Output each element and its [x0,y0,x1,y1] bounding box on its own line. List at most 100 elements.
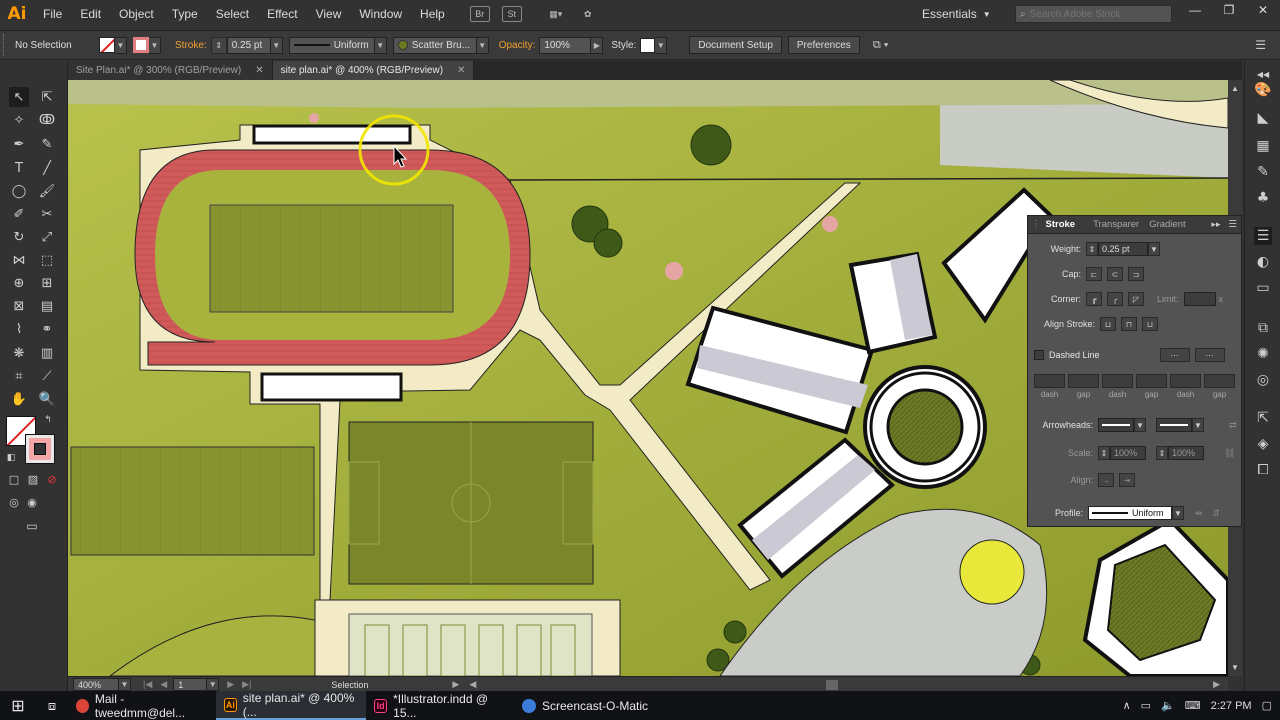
menu-edit[interactable]: Edit [71,0,110,28]
tab-site-plan-400[interactable]: site plan.ai* @ 400% (RGB/Preview) ✕ [272,61,475,80]
close-tab-icon[interactable]: ✕ [255,65,263,76]
bridge-icon[interactable]: Br [469,6,490,22]
dash-field-1[interactable] [1034,374,1065,388]
blend-tool-icon[interactable]: ⚭ [37,319,57,339]
scale-start-stepper[interactable]: ⇕ [1098,446,1110,460]
transparency-panel-icon[interactable]: ◐ [1254,253,1272,271]
volume-icon[interactable]: 🔈 [1161,699,1175,712]
bevel-join-icon[interactable]: ◸ [1128,292,1144,306]
color-guide-icon[interactable]: ◣ [1254,109,1272,127]
weight-dropdown[interactable]: ▼ [1148,242,1160,256]
align-outside-icon[interactable]: ⊔ [1142,317,1158,331]
type-tool-icon[interactable]: T [9,158,29,178]
prev-artboard-icon[interactable]: ◀ [160,679,167,690]
menu-object[interactable]: Object [110,0,163,28]
align-dashes-icon[interactable]: ⋯ [1194,348,1225,362]
stroke-swatch[interactable] [133,37,149,53]
draw-normal-icon[interactable]: ◎ [6,494,22,510]
fill-dropdown[interactable]: ▼ [115,36,127,54]
zoom-tool-icon[interactable]: 🔍 [37,389,57,409]
stroke-weight-stepper[interactable]: ⇕ [210,36,227,54]
stock-search-input[interactable] [1029,8,1160,20]
taskbar-item-chrome[interactable]: Mail - tweedmm@del... [68,691,216,720]
symbols-panel-icon[interactable]: ♣ [1254,189,1272,207]
shape-builder-tool-icon[interactable]: ⊕ [9,273,29,293]
last-artboard-icon[interactable]: ▶| [242,679,251,690]
arrow-extend-icon[interactable]: → [1098,473,1114,487]
current-tool-status[interactable]: Selection [331,680,368,690]
brushes-panel-icon[interactable]: ✎ [1254,163,1272,181]
taskbar-item-illustrator[interactable]: Ai site plan.ai* @ 400% (... [216,691,366,720]
paintbrush-tool-icon[interactable]: 🖌 [37,181,57,201]
direct-selection-tool-icon[interactable]: ⇱ [37,87,57,107]
menu-view[interactable]: View [307,0,351,28]
swap-colors-icon[interactable]: ↰ [42,414,54,426]
start-arrowhead[interactable] [1098,418,1134,432]
stroke-color-swatch[interactable] [25,434,55,464]
status-arrow-icon[interactable]: ▶ [452,679,459,690]
flip-across-icon[interactable]: ⇵ [1213,508,1221,519]
link-scale-icon[interactable]: ⛓ [1224,448,1235,459]
weight-stepper[interactable]: ⇕ [1086,242,1098,256]
default-colors-icon[interactable]: ◧ [5,452,17,464]
line-tool-icon[interactable]: ╱ [37,158,57,178]
tray-chevron-icon[interactable]: ∧ [1123,699,1131,712]
scale-end-stepper[interactable]: ⇕ [1156,446,1168,460]
align-inside-icon[interactable]: ⊓ [1121,317,1137,331]
start-arrowhead-dropdown[interactable]: ▼ [1134,418,1146,432]
close-icon[interactable]: ✕ [1246,0,1280,20]
notifications-icon[interactable]: ▢ [1262,699,1272,712]
swap-arrowheads-icon[interactable]: ⇄ [1229,420,1237,431]
start-button[interactable]: ⊞ [0,691,36,720]
brush-definition[interactable]: Scatter Bru... [392,36,477,54]
miter-join-icon[interactable]: ┏ [1086,292,1102,306]
end-arrowhead-dropdown[interactable]: ▼ [1192,418,1204,432]
brush-dropdown[interactable]: ▼ [476,36,489,54]
scroll-right-icon[interactable]: ▶ [1213,679,1220,690]
stock-icon[interactable]: St [501,6,522,22]
layers-panel-icon[interactable]: ◈ [1254,435,1272,453]
menu-help[interactable]: Help [411,0,454,28]
restore-icon[interactable]: ❐ [1212,0,1246,20]
gradient-mode-icon[interactable]: ▨ [25,471,41,487]
slice-tool-icon[interactable]: ⟋ [37,366,57,386]
libraries-panel-icon[interactable]: ◎ [1254,371,1272,389]
next-artboard-icon[interactable]: ▶ [227,679,234,690]
menu-window[interactable]: Window [350,0,411,28]
horizontal-scroll-thumb[interactable] [826,679,839,690]
align-center-icon[interactable]: ⊔ [1100,317,1116,331]
variable-width-profile[interactable]: Uniform [288,36,375,54]
artboard-dropdown[interactable]: ▼ [207,678,220,691]
taskbar-item-screencast[interactable]: Screencast-O-Matic [514,691,664,720]
symbol-sprayer-tool-icon[interactable]: ❋ [9,343,29,363]
menu-type[interactable]: Type [163,0,207,28]
arrow-place-icon[interactable]: ⇥ [1119,473,1135,487]
arrange-documents-icon[interactable]: ▦▾ [546,6,566,22]
scale-tool-icon[interactable]: ⤢ [37,227,57,247]
column-graph-tool-icon[interactable]: ▥ [37,343,57,363]
perspective-grid-tool-icon[interactable]: ⊞ [37,273,57,293]
taskbar-item-indesign[interactable]: Id *Illustrator.indd @ 15... [366,691,514,720]
task-view-icon[interactable]: ⧈ [36,691,68,720]
opacity-label[interactable]: Opacity: [499,40,536,51]
scroll-up-icon[interactable]: ▲ [1228,84,1242,93]
fill-swatch[interactable] [99,37,115,53]
minimize-icon[interactable]: — [1178,0,1212,20]
profile-dropdown[interactable]: ▼ [1172,506,1184,520]
limit-field[interactable] [1183,292,1216,306]
selection-tool-icon[interactable]: ↖ [9,87,29,107]
gap-field-2[interactable] [1136,374,1167,388]
width-tool-icon[interactable]: ⋈ [9,250,29,270]
swatches-panel-icon[interactable]: ▦ [1254,137,1272,155]
opacity-arrow[interactable]: ▶ [591,36,604,54]
pen-tool-icon[interactable]: ✒ [9,134,29,154]
butt-cap-icon[interactable]: ⊏ [1086,267,1102,281]
eyedropper-tool-icon[interactable]: ⌇ [9,319,29,339]
tab-stroke[interactable]: Stroke [1041,219,1081,230]
artboards-panel-icon[interactable]: ⧠ [1254,461,1272,479]
clock[interactable]: 2:27 PM [1211,700,1252,712]
stroke-weight-field[interactable]: 0.25 pt [226,36,271,54]
menu-select[interactable]: Select [207,0,258,28]
artboard-tool-icon[interactable]: ⌗ [9,366,29,386]
profile-field[interactable]: Uniform [1088,506,1172,520]
